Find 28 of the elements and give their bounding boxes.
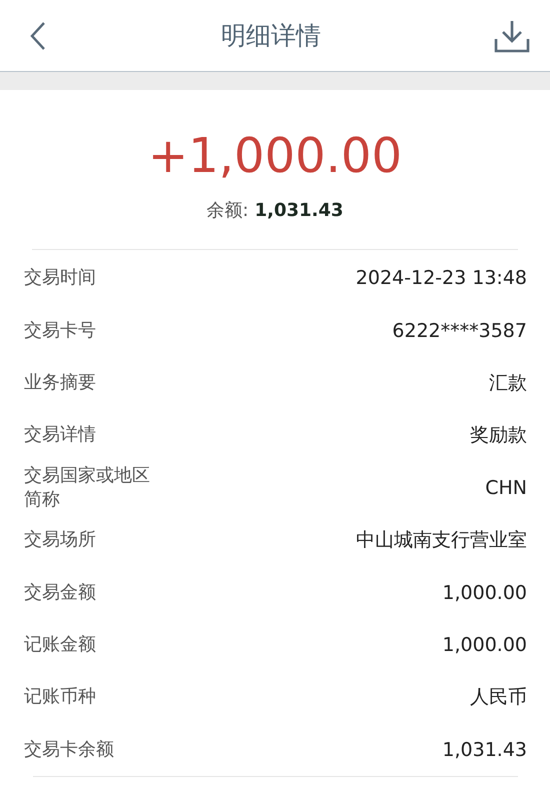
field-value: CHN (485, 476, 527, 499)
field-label: 交易卡余额 (24, 738, 115, 762)
transaction-amount: +1,000.00 (148, 127, 402, 186)
field-value: 汇款 (489, 370, 527, 396)
field-label: 交易场所 (24, 528, 97, 552)
download-icon (494, 18, 530, 52)
field-label: 交易卡号 (24, 318, 97, 343)
field-value: 1,000.00 (442, 634, 527, 656)
field-value: 人民币 (470, 685, 527, 710)
field-value: 2024-12-23 13:48 (356, 267, 527, 290)
page-title: 明细详情 (221, 20, 321, 52)
field-value: 1,031.43 (442, 738, 527, 761)
field-value: 奖励款 (470, 423, 527, 448)
field-label: 交易金额 (24, 580, 97, 605)
field-label: 交易详情 (24, 423, 97, 448)
field-value: 1,000.00 (442, 582, 527, 604)
field-label: 记账金额 (24, 632, 97, 657)
balance-value: 1,031.43 (254, 200, 344, 221)
download-button[interactable] (494, 18, 530, 52)
field-label: 交易国家或地区简称 (24, 464, 151, 512)
field-value: 6222****3587 (392, 320, 527, 342)
balance-label: 余额: (206, 199, 249, 222)
back-button[interactable] (28, 20, 48, 50)
field-value: 中山城南支行营业室 (356, 528, 527, 554)
field-label: 记账币种 (24, 685, 97, 710)
field-label: 交易时间 (24, 266, 97, 290)
field-label: 业务摘要 (24, 370, 97, 395)
back-icon (28, 20, 48, 50)
